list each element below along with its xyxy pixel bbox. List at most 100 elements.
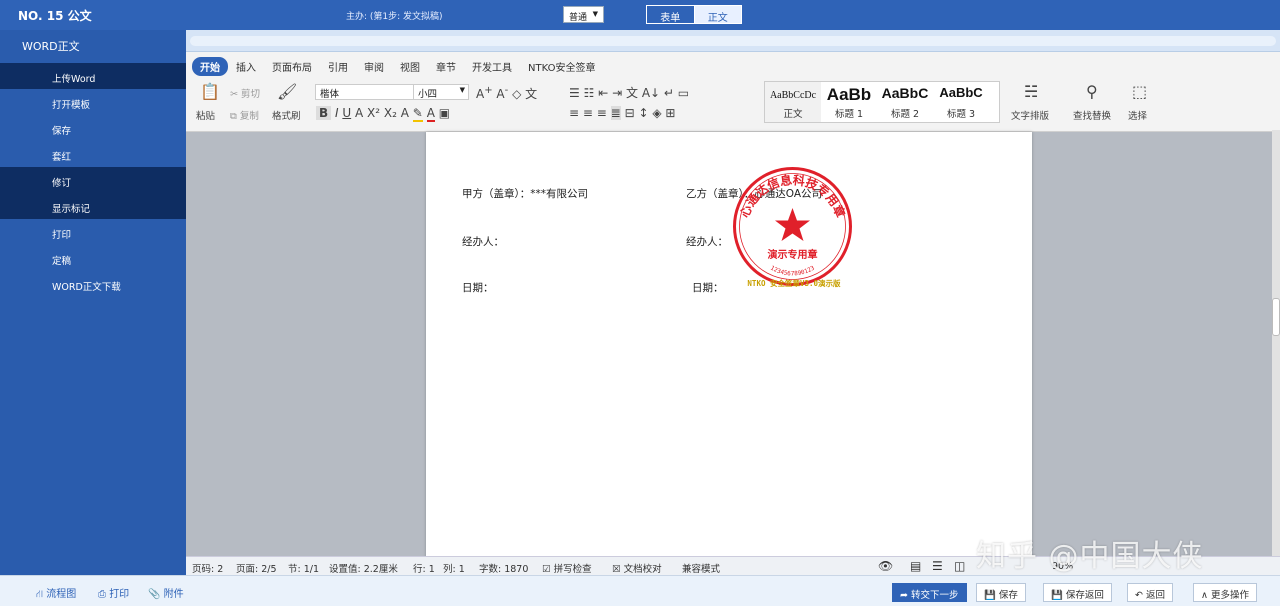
font-style-tools[interactable]: B I U A X² X₂ A ✎ A ▣ bbox=[316, 106, 450, 122]
tab-form[interactable]: 表单 bbox=[647, 6, 694, 24]
sidebar-item-show-marks[interactable]: 显示标记 bbox=[0, 193, 186, 219]
more-actions-button[interactable]: ∧ 更多操作 bbox=[1193, 583, 1258, 602]
indent-icon[interactable]: ⇥ bbox=[612, 86, 622, 100]
sidebar-item-save[interactable]: 保存 bbox=[0, 115, 186, 141]
copy-button[interactable]: ⧉ 复制 bbox=[230, 108, 259, 122]
seal-caption: NTKO 安全签章V3.0演示版 bbox=[747, 278, 841, 288]
text-layout-button[interactable]: 文字排版 bbox=[1011, 108, 1049, 122]
paste-button[interactable]: 粘贴 bbox=[196, 108, 215, 122]
align-left-icon[interactable]: ≡ bbox=[569, 106, 579, 120]
ribbon-tab-references[interactable]: 引用 bbox=[320, 57, 356, 76]
status-col: 列: 1 bbox=[443, 564, 465, 575]
chevron-down-icon: ▼ bbox=[592, 10, 598, 18]
save-return-button[interactable]: 💾 保存返回 bbox=[1043, 583, 1112, 602]
status-page-code: 页码: 2 bbox=[192, 564, 224, 575]
brush-icon[interactable]: 🖌 bbox=[277, 82, 297, 101]
sidebar-item-finalize[interactable]: 定稿 bbox=[0, 245, 186, 271]
sidebar-item-red-header[interactable]: 套红 bbox=[0, 141, 186, 167]
show-marks-icon[interactable]: ↵ bbox=[664, 86, 674, 100]
text-effect-icon[interactable]: A bbox=[401, 106, 409, 120]
distributed-icon[interactable]: ⊟ bbox=[625, 106, 635, 120]
copy-label: 复制 bbox=[239, 111, 259, 122]
borders-icon[interactable]: ⊞ bbox=[665, 106, 675, 120]
style-preview: AaBbC bbox=[939, 85, 983, 100]
ribbon-tab-layout[interactable]: 页面布局 bbox=[264, 57, 320, 76]
return-button[interactable]: ↶ 返回 bbox=[1127, 583, 1174, 602]
style-heading-3[interactable]: AaBbC 标题 3 bbox=[933, 82, 989, 122]
ribbon-tab-insert[interactable]: 插入 bbox=[228, 57, 264, 76]
attachment-link[interactable]: 📎 附件 bbox=[148, 585, 184, 600]
font-size-select[interactable]: 小四 ▼ bbox=[413, 84, 469, 100]
strikethrough-icon[interactable]: A bbox=[355, 106, 363, 120]
print-link[interactable]: ⎙ 打印 bbox=[98, 585, 129, 600]
bullet-list-icon[interactable]: ☰ bbox=[569, 86, 580, 100]
ribbon-tabs: 开始 插入 页面布局 引用 审阅 视图 章节 开发工具 NTKO安全签章 bbox=[192, 57, 603, 76]
outdent-icon[interactable]: ⇤ bbox=[598, 86, 608, 100]
proofread-button[interactable]: ☒ 文档校对 bbox=[612, 561, 662, 575]
chinese-layout-icon[interactable]: 文 bbox=[626, 86, 638, 100]
forward-next-step-button[interactable]: ➦ 转交下一步 bbox=[892, 583, 967, 602]
ribbon-tab-home[interactable]: 开始 bbox=[192, 57, 228, 76]
eye-icon[interactable]: 👁 bbox=[878, 559, 893, 573]
document-page[interactable]: 甲方（盖章）：***有限公司 乙方（盖章）：心通达OA公司 经办人： 经办人： … bbox=[426, 132, 1032, 575]
search-icon[interactable]: ⚲ bbox=[1086, 82, 1098, 101]
sidebar-item-upload-word[interactable]: 上传Word bbox=[0, 63, 186, 89]
ribbon-tab-view[interactable]: 视图 bbox=[392, 57, 428, 76]
company-seal[interactable]: 心通达信息科技专用章 演示专用章 1234567890123 NTKO 安全签章… bbox=[730, 164, 855, 289]
list-tools[interactable]: ☰ ☷ ⇤ ⇥ 文 A↓ ↵ ▭ bbox=[569, 84, 689, 101]
status-pages[interactable]: 页面: 2/5 bbox=[236, 561, 277, 575]
scrollbar-thumb[interactable] bbox=[1272, 298, 1280, 336]
spell-check-button[interactable]: ☑ 拼写检查 bbox=[542, 561, 592, 575]
format-painter-button[interactable]: 格式刷 bbox=[272, 108, 301, 122]
style-name: 标题 3 bbox=[946, 109, 976, 120]
flowchart-link[interactable]: ⛙ 流程图 bbox=[36, 585, 76, 602]
align-tools[interactable]: ≡ ≡ ≡ ≣ ⊟ ↕ ◈ ⊞ bbox=[569, 106, 675, 120]
paste-icon[interactable]: 📋 bbox=[200, 82, 220, 101]
italic-icon[interactable]: I bbox=[335, 106, 339, 120]
highlight-icon[interactable]: ✎ bbox=[412, 106, 423, 122]
flowchart-label: 流程图 bbox=[46, 589, 77, 600]
bold-icon[interactable]: B bbox=[316, 106, 332, 120]
find-replace-button[interactable]: 查找替换 bbox=[1073, 108, 1111, 122]
underline-icon[interactable]: U bbox=[342, 106, 351, 120]
align-center-icon[interactable]: ≡ bbox=[583, 106, 593, 120]
justify-icon[interactable]: ≣ bbox=[610, 106, 621, 120]
subscript-icon[interactable]: X₂ bbox=[384, 106, 397, 120]
font-color-icon[interactable]: A bbox=[426, 106, 435, 122]
flowchart-icon: ⛙ bbox=[36, 589, 44, 600]
style-normal[interactable]: AaBbCcDc 正文 bbox=[765, 82, 821, 122]
table-icon[interactable]: ▭ bbox=[678, 86, 689, 100]
save-button[interactable]: 💾 保存 bbox=[976, 583, 1026, 602]
select-cursor-icon[interactable]: ⬚ bbox=[1132, 82, 1147, 101]
cut-button[interactable]: ✂ 剪切 bbox=[230, 86, 260, 100]
sidebar-item-open-template[interactable]: 打开模板 bbox=[0, 89, 186, 115]
text-layout-icon[interactable]: ☵ bbox=[1024, 82, 1038, 101]
font-size-tools[interactable]: A+ A- ◇ 文 bbox=[476, 85, 537, 102]
sidebar-item-download-word[interactable]: WORD正文下载 bbox=[0, 271, 186, 297]
paperclip-icon: 📎 bbox=[148, 589, 161, 600]
style-heading-1[interactable]: AaBb 标题 1 bbox=[821, 82, 877, 122]
style-heading-2[interactable]: AaBbC 标题 2 bbox=[877, 82, 933, 122]
sort-icon[interactable]: A↓ bbox=[642, 86, 660, 100]
page-view-icon[interactable]: ▤ bbox=[910, 559, 921, 573]
ribbon-tab-review[interactable]: 审阅 bbox=[356, 57, 392, 76]
status-setting: 设置值: 2.2厘米 bbox=[329, 564, 398, 575]
align-right-icon[interactable]: ≡ bbox=[597, 106, 607, 120]
line-spacing-icon[interactable]: ↕ bbox=[638, 106, 648, 120]
ribbon-tab-ntko-signature[interactable]: NTKO安全签章 bbox=[520, 57, 603, 76]
sidebar-item-print[interactable]: 打印 bbox=[0, 219, 186, 245]
ribbon-tab-developer[interactable]: 开发工具 bbox=[464, 57, 520, 76]
ribbon-tab-chapter[interactable]: 章节 bbox=[428, 57, 464, 76]
outline-view-icon[interactable]: ☰ bbox=[932, 559, 943, 573]
vertical-scrollbar[interactable] bbox=[1272, 130, 1280, 575]
superscript-icon[interactable]: X² bbox=[367, 106, 380, 120]
select-button[interactable]: 选择 bbox=[1128, 108, 1147, 122]
char-border-icon[interactable]: ▣ bbox=[439, 106, 450, 120]
priority-select[interactable]: 普通 ▼ bbox=[563, 6, 604, 23]
sidebar-item-revise[interactable]: 修订 bbox=[0, 167, 186, 193]
tab-body-text[interactable]: 正文 bbox=[693, 6, 741, 24]
numbered-list-icon[interactable]: ☷ bbox=[584, 86, 595, 100]
status-word-count[interactable]: 字数: 1870 bbox=[479, 561, 528, 575]
reading-view-icon[interactable]: ◫ bbox=[954, 559, 965, 573]
shading-icon[interactable]: ◈ bbox=[652, 106, 661, 120]
